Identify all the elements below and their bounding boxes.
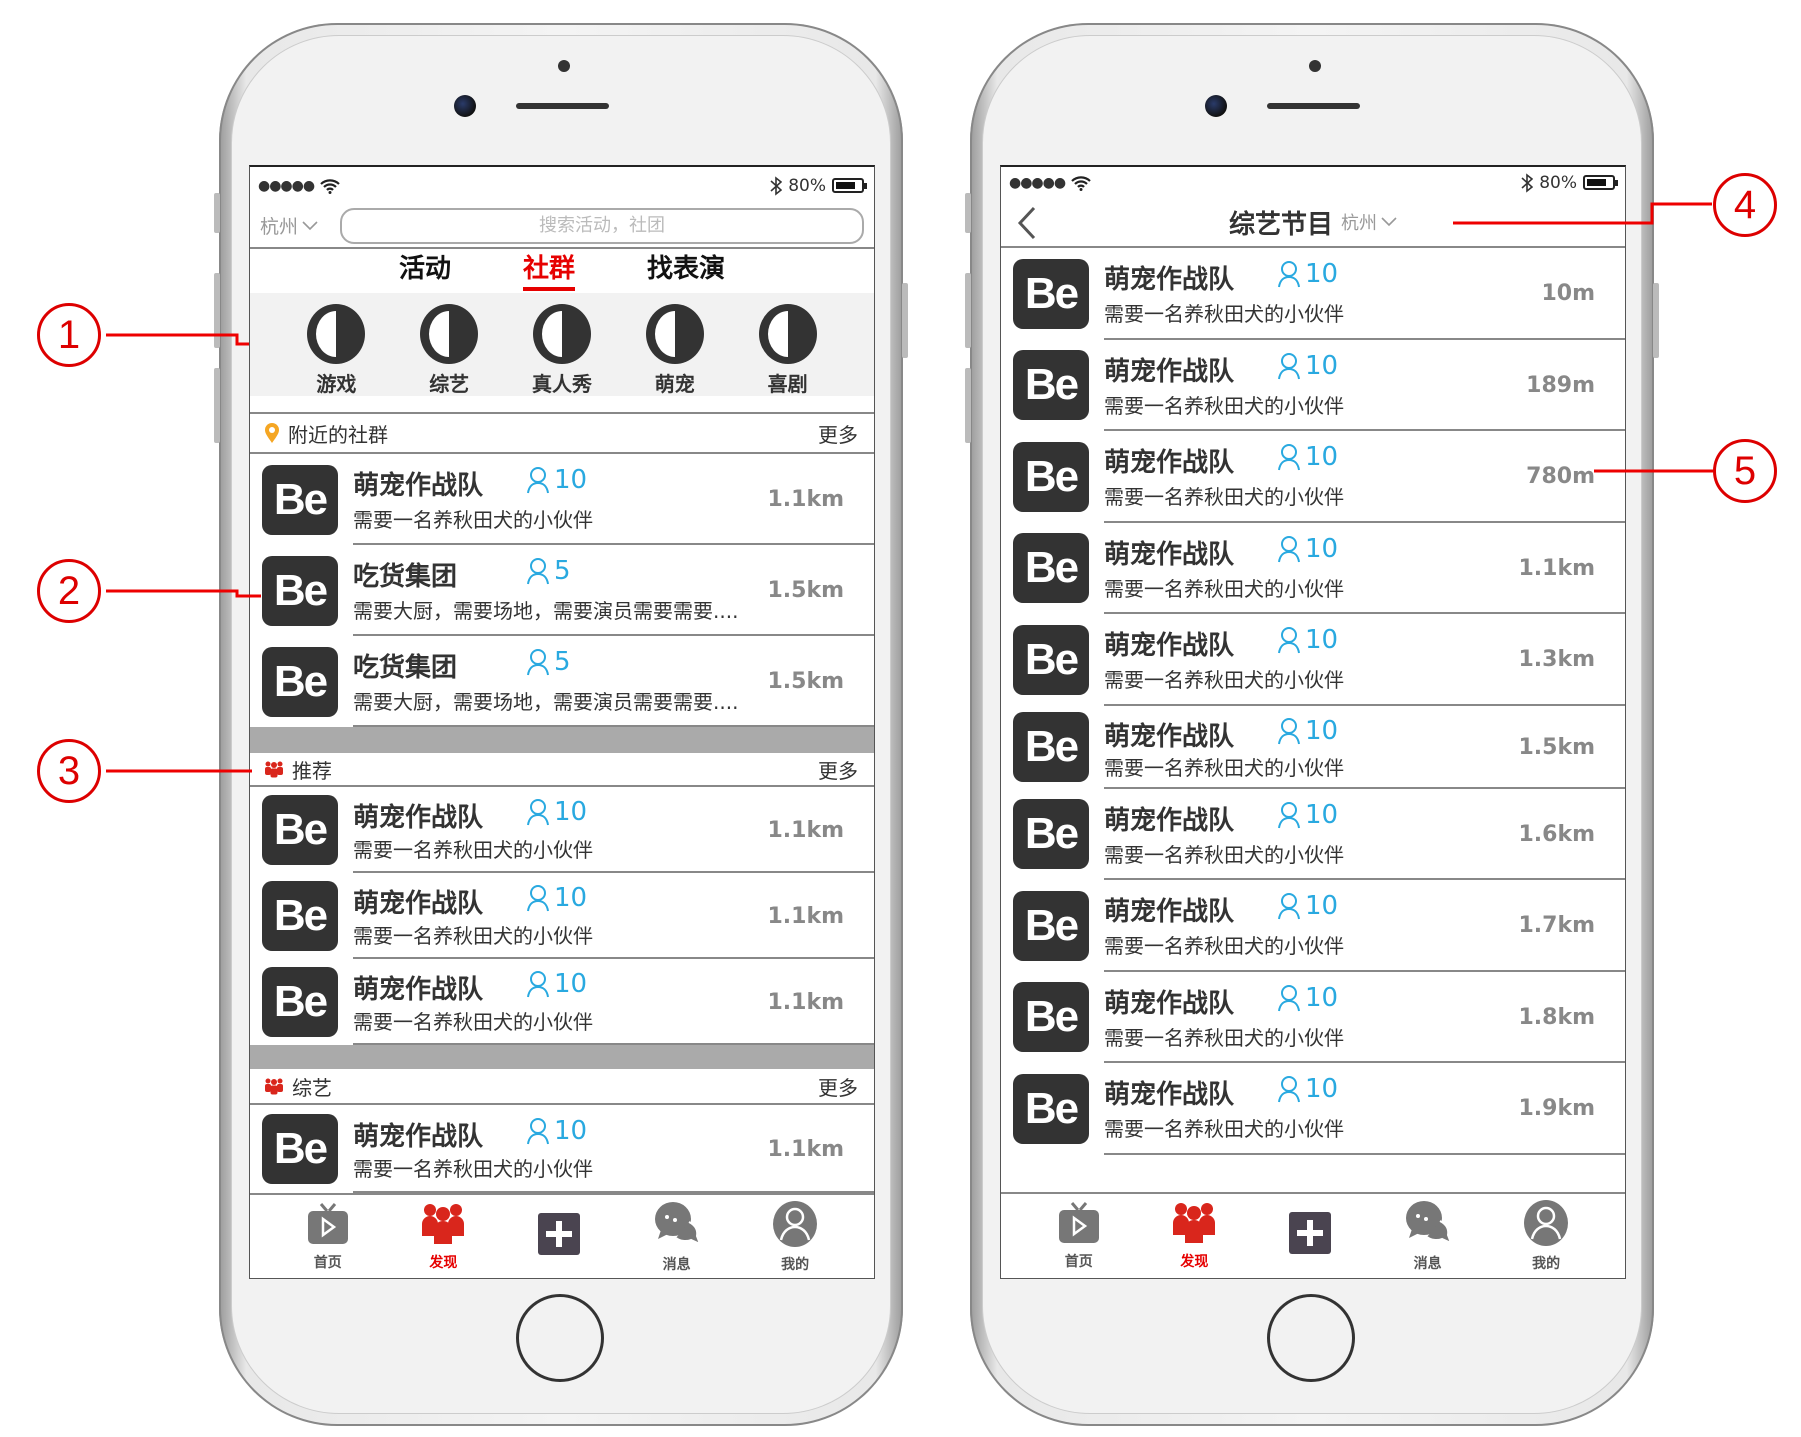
annotation-marker-2: 2 [37,559,101,623]
annotation-line-4 [1453,202,1712,225]
annotation-marker-3: 3 [37,739,101,803]
annotation-line-2 [106,589,261,598]
annotation-marker-1: 1 [37,303,101,367]
annotation-line-1 [106,333,249,346]
annotation-lines [106,202,1713,773]
annotation-marker-4: 4 [1713,173,1777,237]
annotation-marker-5: 5 [1713,439,1777,503]
